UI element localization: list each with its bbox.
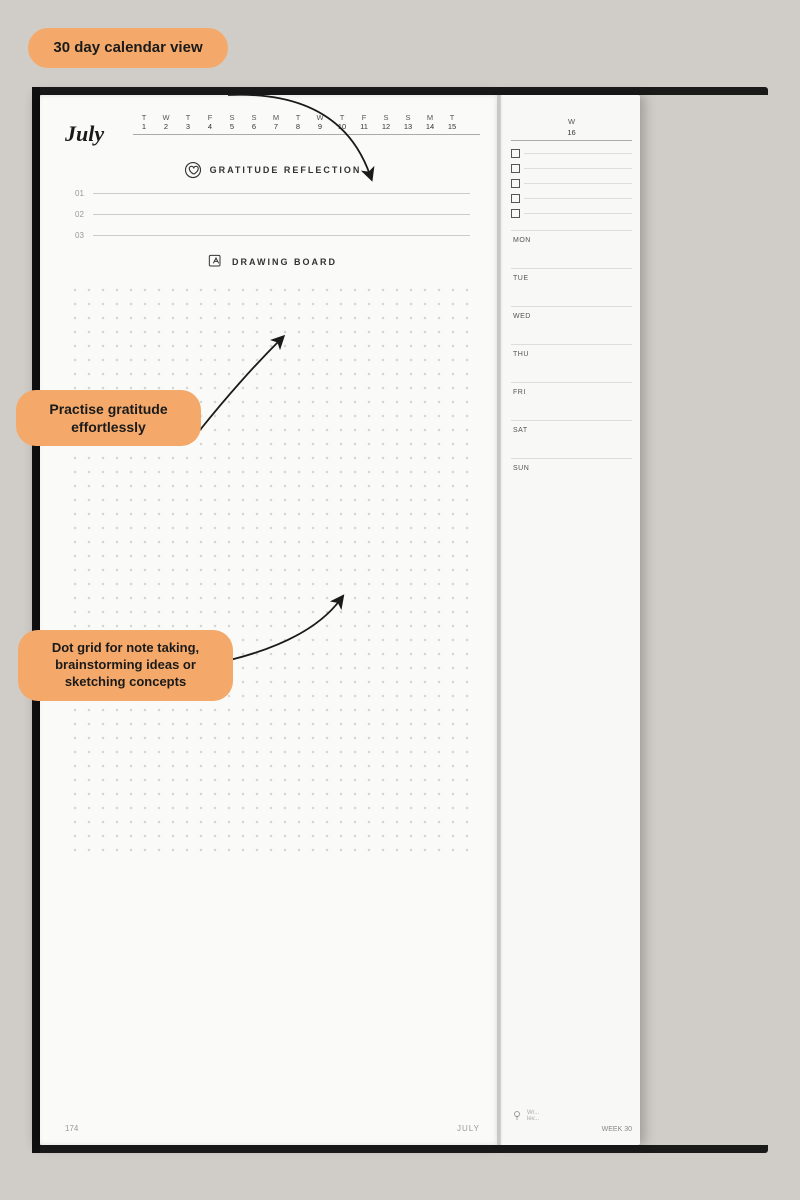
right-col-letter: W (511, 117, 632, 126)
drawing-board-header: DRAWING BOARD (65, 254, 480, 270)
day-row: SUN (511, 458, 632, 496)
checkbox[interactable] (511, 209, 520, 218)
book-container: July TWTFSSMTWTFSSMT 1234567891011121314… (40, 95, 760, 1145)
right-day-header: MONTUEWEDTHUFRISATSUN (511, 230, 632, 496)
gratitude-line: 02 (75, 210, 470, 219)
pencil-icon (208, 254, 224, 270)
annotation-dotgrid-text: Dot grid for note taking,brainstorming i… (52, 640, 199, 689)
heart-icon (184, 161, 202, 179)
checkbox-line (524, 153, 632, 154)
calendar-days: TWTFSSMTWTFSSMT 123456789101112131415 (133, 113, 480, 135)
checkboxes (511, 149, 632, 218)
day-number: 8 (287, 122, 309, 131)
month-title: July (65, 113, 125, 147)
day-number: 14 (419, 122, 441, 131)
gratitude-line: 01 (75, 189, 470, 198)
day-letter: T (441, 113, 463, 122)
day-letter: T (287, 113, 309, 122)
day-number: 6 (243, 122, 265, 131)
gratitude-title: GRATITUDE REFLECTION (210, 165, 362, 175)
day-letter: F (353, 113, 375, 122)
day-letter: M (265, 113, 287, 122)
checkbox-row (511, 149, 632, 158)
day-numbers-row: 123456789101112131415 (133, 122, 480, 135)
day-number: 15 (441, 122, 463, 131)
day-number: 1 (133, 122, 155, 131)
line-number: 02 (75, 210, 93, 219)
checkbox[interactable] (511, 164, 520, 173)
day-row: FRI (511, 382, 632, 420)
checkbox-line (524, 213, 632, 214)
day-number: 2 (155, 122, 177, 131)
day-letter: S (397, 113, 419, 122)
dot-grid (65, 280, 480, 860)
day-number: 12 (375, 122, 397, 131)
day-row: SAT (511, 420, 632, 458)
right-col-number: 16 (511, 128, 632, 141)
book-cover-left (32, 87, 40, 1153)
day-number: 13 (397, 122, 419, 131)
day-number: 4 (199, 122, 221, 131)
line-number: 03 (75, 231, 93, 240)
day-letter: T (177, 113, 199, 122)
day-number: 11 (353, 122, 375, 131)
day-row: WED (511, 306, 632, 344)
checkbox-line (524, 198, 632, 199)
day-row: THU (511, 344, 632, 382)
calendar-header: July TWTFSSMTWTFSSMT 1234567891011121314… (65, 113, 480, 147)
checkbox-row (511, 209, 632, 218)
line-rule (93, 193, 470, 194)
day-number: 10 (331, 122, 353, 131)
annotation-dotgrid: Dot grid for note taking,brainstorming i… (18, 630, 233, 701)
day-row: MON (511, 230, 632, 268)
checkbox-row (511, 179, 632, 188)
day-letter: M (419, 113, 441, 122)
day-number: 5 (221, 122, 243, 131)
day-letter: W (155, 113, 177, 122)
day-number: 9 (309, 122, 331, 131)
day-letter: S (375, 113, 397, 122)
page-left: July TWTFSSMTWTFSSMT 1234567891011121314… (40, 95, 500, 1145)
checkbox[interactable] (511, 179, 520, 188)
gratitude-line: 03 (75, 231, 470, 240)
day-letter: W (309, 113, 331, 122)
checkbox-row (511, 164, 632, 173)
gratitude-lines: 01 02 03 (75, 189, 470, 240)
day-number: 7 (265, 122, 287, 131)
spine-shadow (497, 95, 503, 1145)
page-right: W 16 MONTUEWEDTHUFRISATSUN Wr...lev... W… (500, 95, 640, 1145)
annotation-30day-text: 30 day calendar view (53, 39, 202, 56)
checkbox[interactable] (511, 149, 520, 158)
day-letter: S (243, 113, 265, 122)
page-footer: 174 JULY (65, 1124, 480, 1133)
checkbox-line (524, 183, 632, 184)
footer-month: JULY (457, 1124, 480, 1133)
annotation-gratitude-text: Practise gratitudeeffortlessly (49, 401, 167, 435)
annotation-gratitude: Practise gratitudeeffortlessly (16, 390, 201, 446)
gratitude-section-header: GRATITUDE REFLECTION (65, 161, 480, 179)
right-page-footer: Wr...lev... WEEK 30 (511, 1110, 632, 1133)
checkbox[interactable] (511, 194, 520, 203)
drawing-board-title: DRAWING BOARD (232, 257, 337, 267)
checkbox-row (511, 194, 632, 203)
day-row: TUE (511, 268, 632, 306)
day-letters-row: TWTFSSMTWTFSSMT (133, 113, 480, 122)
lightbulb-text: Wr...lev... (527, 1110, 539, 1122)
footer-page-number: 174 (65, 1124, 78, 1133)
day-letter: S (221, 113, 243, 122)
line-number: 01 (75, 189, 93, 198)
day-letter: T (133, 113, 155, 122)
book-cover-bottom (32, 1145, 768, 1153)
checkbox-line (524, 168, 632, 169)
right-footer-week: WEEK 30 (602, 1126, 632, 1133)
day-letter: F (199, 113, 221, 122)
annotation-30day: 30 day calendar view (28, 28, 228, 68)
drawing-section: DRAWING BOARD (65, 254, 480, 860)
day-letter: T (331, 113, 353, 122)
day-number: 3 (177, 122, 199, 131)
book-cover-top (32, 87, 768, 95)
lightbulb-icon (511, 1110, 523, 1122)
line-rule (93, 214, 470, 215)
line-rule (93, 235, 470, 236)
